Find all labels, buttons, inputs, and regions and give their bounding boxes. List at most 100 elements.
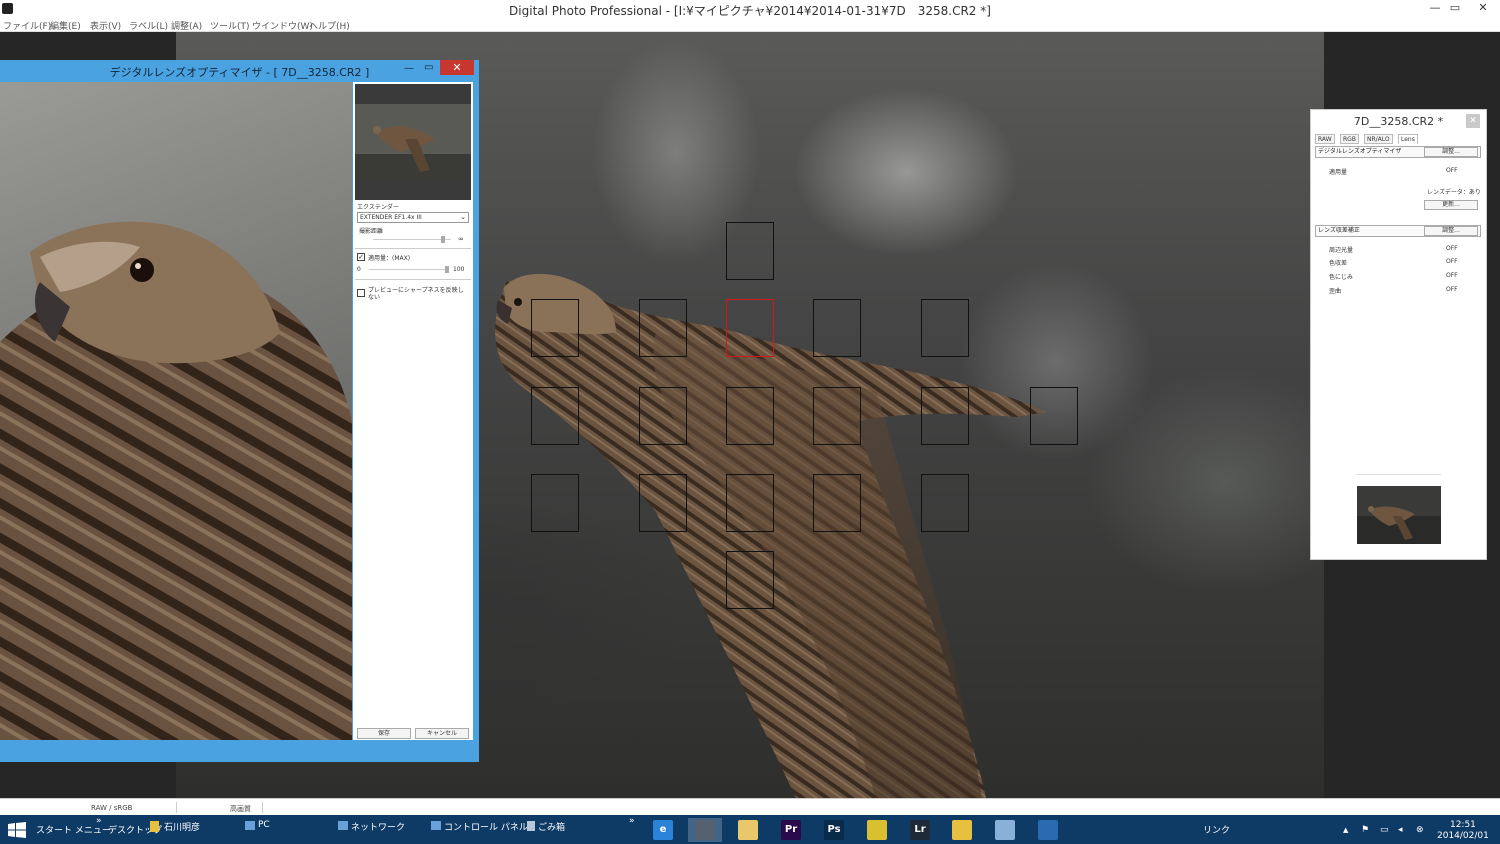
dlo-maximize-button[interactable]: ▭ xyxy=(424,62,438,73)
menu-edit[interactable]: 編集(E) xyxy=(50,19,81,32)
aberration-row-value: OFF xyxy=(1446,245,1458,252)
distance-max: ∞ xyxy=(458,235,464,243)
recycle-bin-icon xyxy=(527,821,535,831)
paint-icon xyxy=(995,820,1015,840)
menu-bar: ファイル(F) 編集(E) 表示(V) ラベル(L) 調整(A) ツール(T) … xyxy=(0,17,1500,32)
maximize-button[interactable]: ▭ xyxy=(1444,0,1466,17)
chrome-icon xyxy=(867,820,887,840)
aberration-section-label: レンズ収差補正 xyxy=(1318,227,1360,234)
aberration-row-value: OFF xyxy=(1446,272,1458,279)
links-toolbar[interactable]: リンク xyxy=(1203,823,1230,836)
af-point xyxy=(1030,387,1078,445)
aberration-row-label: 色にじみ xyxy=(1329,274,1354,281)
taskbar-app-button[interactable]: e xyxy=(646,818,680,842)
apply-slider[interactable] xyxy=(369,269,447,270)
palette-close-button[interactable]: ✕ xyxy=(1466,114,1480,128)
divider xyxy=(176,802,177,813)
dlo-zoom-preview[interactable] xyxy=(0,82,352,740)
ie-icon: e xyxy=(653,820,673,840)
menu-tools[interactable]: ツール(T) xyxy=(210,19,250,32)
tab-rgb[interactable]: RGB xyxy=(1340,134,1359,144)
chevron-down-icon: ⌄ xyxy=(460,213,466,221)
extender-select[interactable]: EXTENDER EF1.4x III ⌄ xyxy=(357,212,469,223)
menu-view[interactable]: 表示(V) xyxy=(90,19,121,32)
taskbar-app-button[interactable] xyxy=(731,818,765,842)
aberration-adjust-button[interactable]: 調整... xyxy=(1424,226,1478,236)
extender-value: EXTENDER EF1.4x III xyxy=(360,214,422,221)
af-point xyxy=(813,387,861,445)
tab-lens[interactable]: Lens xyxy=(1398,134,1418,144)
system-clock[interactable]: 12:51 2014/02/01 xyxy=(1437,820,1489,842)
taskbar-app-button[interactable] xyxy=(945,818,979,842)
cancel-button[interactable]: キャンセル xyxy=(415,728,469,739)
aberration-row-label: 周辺光量 xyxy=(1329,247,1354,254)
dlo-thumbnail[interactable] xyxy=(355,84,471,200)
windows-start-icon[interactable] xyxy=(8,822,26,838)
taskbar-app-button[interactable] xyxy=(860,818,894,842)
taskbar-app-button[interactable]: Lr xyxy=(903,818,937,842)
recycle-bin-link[interactable]: ごみ箱 xyxy=(538,820,565,833)
taskbar-app-button[interactable] xyxy=(988,818,1022,842)
folder-icon xyxy=(952,820,972,840)
dpp-icon xyxy=(695,820,715,840)
af-point-selected xyxy=(726,299,774,357)
dlo-section-label: デジタルレンズオプティマイザ xyxy=(1318,148,1402,155)
clock-time: 12:51 xyxy=(1449,820,1476,830)
apply-label: 適用量：(MAX) xyxy=(368,255,411,262)
menu-file[interactable]: ファイル(F) xyxy=(3,19,51,32)
volume-icon[interactable]: ◂ xyxy=(1398,825,1408,835)
af-point xyxy=(726,222,774,280)
distance-label: 撮影距離 xyxy=(359,228,384,235)
af-point xyxy=(813,474,861,532)
af-point xyxy=(726,387,774,445)
minimize-button[interactable]: — xyxy=(1424,0,1446,17)
menu-adjust[interactable]: 調整(A) xyxy=(171,19,202,32)
distance-slider[interactable] xyxy=(373,239,451,240)
apply-amount-label: 適用量 xyxy=(1329,169,1348,176)
af-point xyxy=(921,387,969,445)
af-point xyxy=(921,299,969,357)
menu-label[interactable]: ラベル(L) xyxy=(129,19,168,32)
af-point xyxy=(639,299,687,357)
update-button[interactable]: 更新... xyxy=(1424,200,1478,210)
control-panel-icon xyxy=(431,821,441,830)
network-link[interactable]: ネットワーク xyxy=(351,820,405,833)
sharpness-label: プレビューにシャープネスを反映しない xyxy=(368,287,464,301)
dlo-close-button[interactable]: ✕ xyxy=(440,60,474,75)
taskbar-app-button[interactable]: Pr xyxy=(774,818,808,842)
menu-window[interactable]: ウインドウ(W) xyxy=(252,19,313,32)
user-folder-link[interactable]: 石川明彦 xyxy=(164,820,200,833)
premiere-icon: Pr xyxy=(781,820,801,840)
chevron-icon[interactable]: » xyxy=(629,816,635,826)
aberration-row-label: 色収差 xyxy=(1329,260,1348,267)
taskbar-app-button[interactable] xyxy=(1031,818,1065,842)
close-button[interactable]: ✕ xyxy=(1472,0,1494,17)
distance-slider-thumb[interactable] xyxy=(441,236,445,243)
quality-status: 高画質 xyxy=(230,805,251,813)
dlo-settings-panel: エクステンダー EXTENDER EF1.4x III ⌄ 撮影距離 ∞ ✓ 適… xyxy=(353,82,473,740)
chevron-up-icon[interactable]: ▲ xyxy=(1343,825,1353,835)
tab-raw[interactable]: RAW xyxy=(1315,134,1335,144)
taskbar-app-button[interactable] xyxy=(688,818,722,842)
tab-nr-alo[interactable]: NR/ALO xyxy=(1364,134,1393,144)
slider-max: 100 xyxy=(453,266,465,273)
af-point xyxy=(726,551,774,609)
power-icon[interactable]: ⊗ xyxy=(1416,825,1426,835)
app-title-bar: Digital Photo Professional - [I:¥マイピクチャ¥… xyxy=(0,0,1500,18)
dlo-minimize-button[interactable]: — xyxy=(404,63,418,74)
sharpness-checkbox[interactable] xyxy=(357,289,365,297)
dlo-adjust-button[interactable]: 調整... xyxy=(1424,147,1478,157)
apply-slider-thumb[interactable] xyxy=(445,266,449,273)
menu-help[interactable]: ヘルプ(H) xyxy=(309,19,350,32)
save-button[interactable]: 保存 xyxy=(357,728,411,739)
apply-checkbox[interactable]: ✓ xyxy=(357,253,365,261)
navigator-thumbnail[interactable] xyxy=(1357,486,1441,544)
control-panel-link[interactable]: コントロール パネル xyxy=(444,820,528,833)
af-point xyxy=(639,387,687,445)
network-tray-icon[interactable]: ▭ xyxy=(1380,825,1390,835)
chevron-icon[interactable]: » xyxy=(96,816,102,826)
palette-title: 7D__3258.CR2 * xyxy=(1353,115,1444,128)
flag-icon[interactable]: ⚑ xyxy=(1361,825,1371,835)
pc-link[interactable]: PC xyxy=(258,820,270,830)
taskbar-app-button[interactable]: Ps xyxy=(817,818,851,842)
